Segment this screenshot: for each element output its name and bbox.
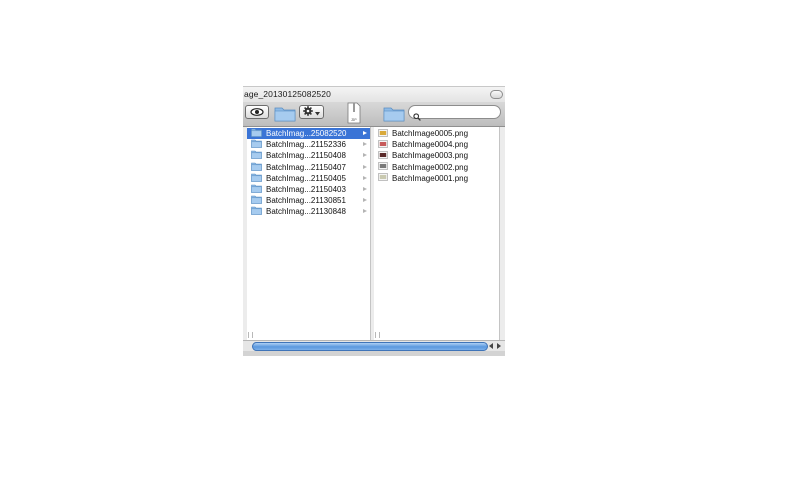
file-row-label: BatchImage0002.png: [392, 162, 469, 172]
file-row[interactable]: BatchImage0004.png: [374, 139, 499, 150]
folder-icon: [251, 162, 262, 173]
file-row[interactable]: BatchImage0005.png: [374, 128, 499, 139]
window-title: age_20130125082520: [244, 89, 331, 99]
folder-row[interactable]: BatchImag...21150407: [247, 162, 370, 173]
toolbar: ZIP: [243, 102, 505, 127]
file-row[interactable]: BatchImage0001.png: [374, 173, 499, 184]
disclosure-arrow-icon: [363, 175, 367, 180]
finder-window: age_20130125082520 ZIP BatchImag...25082…: [243, 86, 505, 356]
disclosure-arrow-icon: [363, 198, 367, 203]
disclosure-arrow-icon: [363, 142, 367, 147]
folder-row[interactable]: BatchImag...21130851: [247, 195, 370, 206]
folders-column: BatchImag...25082520 BatchImag...21152336…: [247, 127, 371, 340]
folder-icon: [251, 206, 262, 217]
zip-label: ZIP: [351, 118, 357, 122]
search-icon: [413, 108, 421, 126]
scrollbar-thumb[interactable]: [252, 342, 488, 351]
quick-look-button[interactable]: [245, 105, 269, 119]
new-folder-button[interactable]: [274, 105, 296, 127]
image-thumbnail-icon: [378, 128, 388, 139]
column-resize-handle[interactable]: [248, 332, 253, 338]
folder-row-label: BatchImag...25082520: [266, 129, 347, 138]
folder-icon: [251, 128, 262, 139]
folder-row-label: BatchImag...21150407: [266, 162, 346, 172]
image-thumbnail-icon: [378, 173, 388, 183]
file-row-label: BatchImage0005.png: [392, 129, 469, 138]
status-bar: [243, 351, 505, 356]
folder-icon: [251, 184, 262, 195]
column-resize-handle[interactable]: [375, 332, 380, 338]
folder-row[interactable]: BatchImag...21150405: [247, 173, 370, 184]
folder-icon: [251, 139, 262, 150]
folder-row[interactable]: BatchImag...25082520: [247, 128, 370, 139]
folder-row[interactable]: BatchImag...21150403: [247, 184, 370, 195]
files-column: BatchImage0005.png BatchImage0004.png Batc…: [374, 127, 500, 340]
folder-icon: [274, 107, 296, 126]
folder-icon: [251, 195, 262, 206]
chevron-down-icon: [315, 103, 320, 121]
image-thumbnail-icon: [378, 151, 388, 161]
scroll-left-icon[interactable]: [489, 343, 493, 349]
folder-icon: [251, 150, 262, 161]
path-folder-button[interactable]: [383, 105, 405, 127]
scroll-right-icon[interactable]: [497, 343, 501, 349]
disclosure-arrow-icon: [363, 153, 367, 158]
horizontal-scrollbar[interactable]: [243, 340, 505, 351]
folder-row[interactable]: BatchImag...21150408: [247, 150, 370, 161]
folder-icon: [251, 173, 262, 184]
file-row-label: BatchImage0003.png: [392, 151, 469, 161]
search-input[interactable]: [423, 107, 495, 117]
title-bar[interactable]: age_20130125082520: [243, 86, 505, 103]
folder-row[interactable]: BatchImag...21130848: [247, 206, 370, 217]
folder-icon: [383, 107, 405, 126]
search-field[interactable]: [408, 105, 501, 121]
zip-file-button[interactable]: ZIP: [347, 102, 361, 129]
file-row[interactable]: BatchImage0002.png: [374, 162, 499, 173]
folder-row-label: BatchImag...21150408: [266, 151, 346, 161]
action-menu-button[interactable]: [299, 105, 324, 119]
folder-row-label: BatchImag...21152336: [266, 140, 346, 150]
folder-row-label: BatchImag...21150403: [266, 185, 346, 194]
folder-row[interactable]: BatchImag...21152336: [247, 139, 370, 150]
zip-file-icon: ZIP: [347, 102, 361, 128]
eye-icon: [250, 103, 264, 121]
disclosure-arrow-icon: [363, 187, 367, 191]
file-row[interactable]: BatchImage0003.png: [374, 150, 499, 161]
column-browser: BatchImag...25082520 BatchImag...21152336…: [243, 127, 505, 340]
toolbar-toggle-button[interactable]: [490, 90, 503, 99]
disclosure-arrow-icon: [363, 131, 367, 135]
gear-icon: [303, 103, 313, 121]
folder-row-label: BatchImag...21150405: [266, 173, 346, 183]
image-thumbnail-icon: [378, 139, 388, 150]
disclosure-arrow-icon: [363, 209, 367, 214]
image-thumbnail-icon: [378, 162, 388, 172]
folder-row-label: BatchImag...21130851: [266, 196, 346, 206]
file-row-label: BatchImage0004.png: [392, 140, 469, 150]
file-row-label: BatchImage0001.png: [392, 173, 469, 183]
disclosure-arrow-icon: [363, 164, 367, 169]
folder-row-label: BatchImag...21130848: [266, 207, 346, 217]
